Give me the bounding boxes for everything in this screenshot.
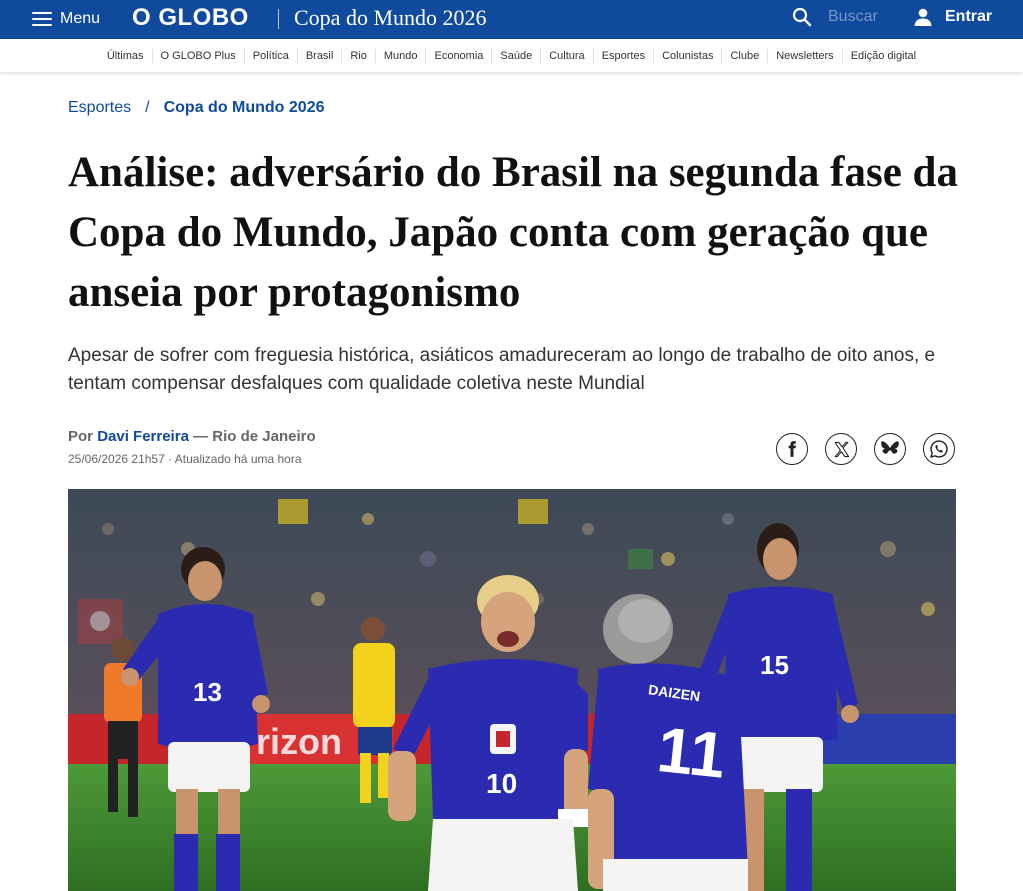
nav-item-economia[interactable]: Economia [426, 48, 493, 63]
nav-item-colunistas[interactable]: Colunistas [654, 48, 723, 63]
search-input[interactable] [826, 7, 900, 27]
share-bluesky-button[interactable] [874, 433, 906, 465]
nav-item-brasil[interactable]: Brasil [298, 48, 343, 63]
share-facebook-button[interactable] [776, 433, 808, 465]
nav-item-newsletters[interactable]: Newsletters [768, 48, 843, 63]
nav-item-politica[interactable]: Política [245, 48, 298, 63]
author-link[interactable]: Davi Ferreira [97, 428, 189, 445]
byline-location: — Rio de Janeiro [193, 428, 316, 445]
ad-board-text: rizon [256, 721, 342, 762]
site-logo[interactable]: O GLOBO [132, 4, 249, 32]
nav-item-esportes[interactable]: Esportes [594, 48, 655, 63]
search-box[interactable] [792, 7, 900, 27]
facebook-icon [788, 441, 796, 457]
article-title: Análise: adversário do Brasil na segunda… [68, 149, 958, 316]
jersey-number-15: 15 [760, 650, 789, 680]
jersey-number-13: 13 [193, 677, 222, 707]
nav-item-clube[interactable]: Clube [722, 48, 769, 63]
section-nav: Últimas O GLOBO Plus Política Brasil Rio… [0, 39, 1023, 72]
nav-item-saude[interactable]: Saúde [492, 48, 542, 63]
share-whatsapp-button[interactable] [923, 433, 955, 465]
top-header: Menu O GLOBO Copa do Mundo 2026 Entrar [0, 0, 1023, 39]
publish-date: 25/06/2026 21h57 · Atualizado há uma hor… [68, 452, 302, 466]
nav-item-oglobo-plus[interactable]: O GLOBO Plus [153, 48, 245, 63]
breadcrumb-separator: / [145, 99, 150, 116]
search-icon[interactable] [792, 7, 812, 27]
nav-item-ultimas[interactable]: Últimas [99, 48, 153, 63]
breadcrumb-esportes[interactable]: Esportes [68, 99, 131, 116]
jersey-number-11: 11 [654, 713, 729, 792]
article-photo[interactable]: rizon 13 15 10 DAIZEN 11 [68, 489, 956, 891]
breadcrumb: Esportes / Copa do Mundo 2026 [68, 99, 325, 117]
login-label: Entrar [945, 8, 993, 25]
x-icon [834, 441, 849, 457]
byline: Por Davi Ferreira — Rio de Janeiro [68, 428, 316, 445]
section-title[interactable]: Copa do Mundo 2026 [294, 5, 487, 31]
share-x-button[interactable] [825, 433, 857, 465]
user-icon [914, 8, 932, 26]
logo-divider [278, 9, 279, 29]
byline-prefix: Por [68, 428, 94, 445]
nav-item-cultura[interactable]: Cultura [541, 48, 594, 63]
hamburger-icon [32, 11, 52, 27]
whatsapp-icon [930, 440, 948, 458]
menu-button[interactable]: Menu [32, 7, 100, 31]
menu-label: Menu [60, 10, 101, 27]
bluesky-icon [881, 441, 899, 454]
nav-item-rio[interactable]: Rio [342, 48, 376, 63]
login-button[interactable]: Entrar [913, 7, 992, 27]
article-subtitle: Apesar de sofrer com freguesia histórica… [68, 345, 936, 394]
nav-item-mundo[interactable]: Mundo [376, 48, 427, 63]
japan-celebration-photo: rizon 13 15 10 DAIZEN 11 [68, 489, 956, 891]
nav-item-edicao-digital[interactable]: Edição digital [843, 49, 924, 63]
breadcrumb-copa[interactable]: Copa do Mundo 2026 [164, 99, 325, 116]
jersey-number-10: 10 [486, 768, 517, 799]
